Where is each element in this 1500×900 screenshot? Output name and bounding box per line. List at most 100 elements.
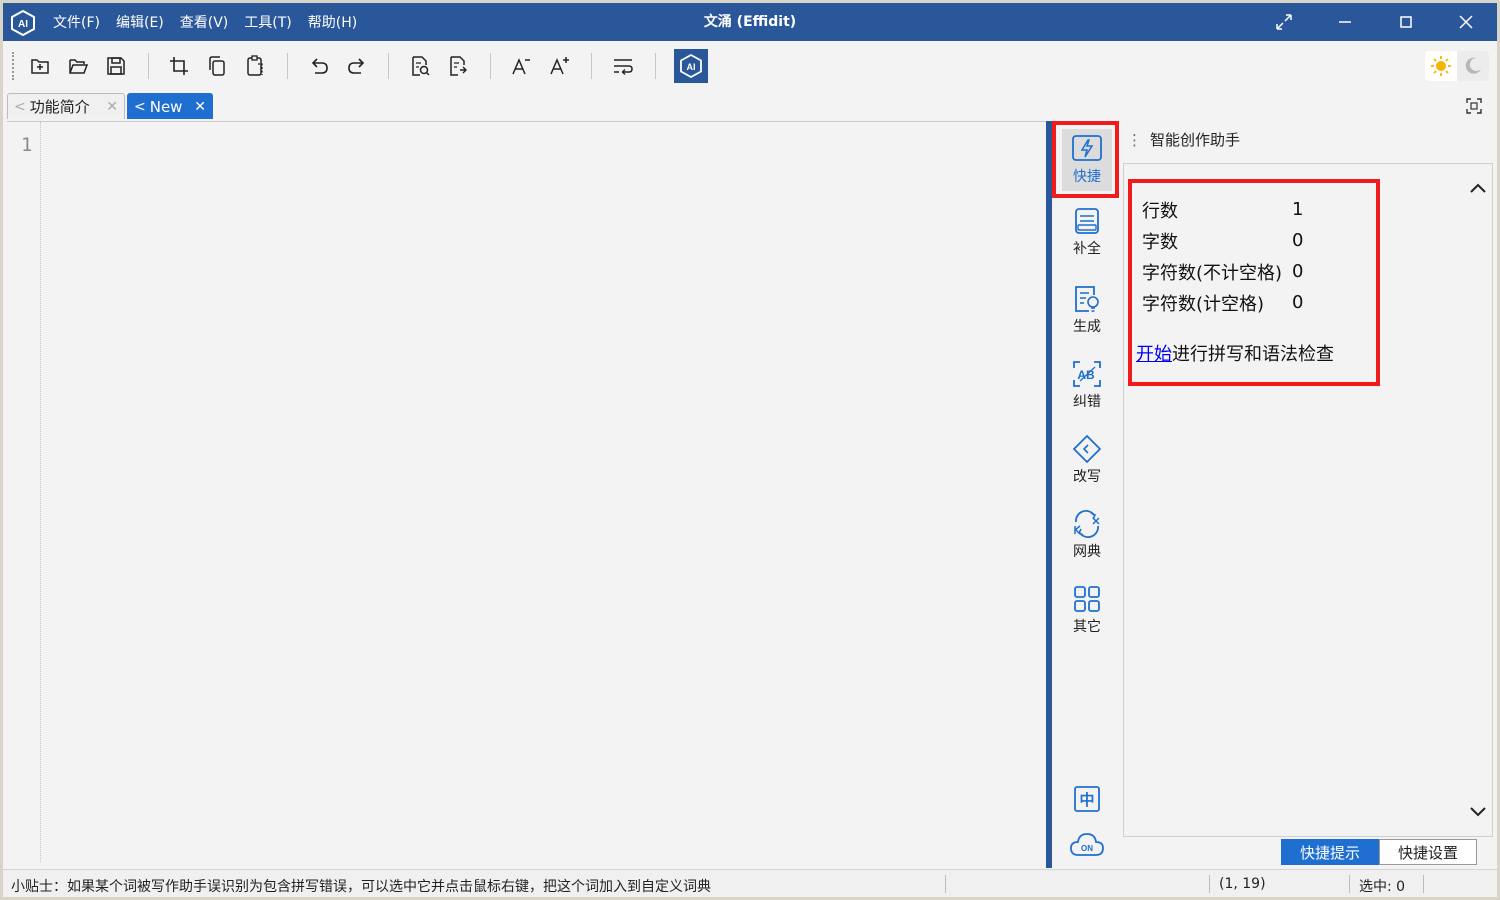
assistant-panel: 行数 1 字数 0 字符数(不计空格) 0 字符数(计空格) 0 开始进行拼写和… bbox=[1123, 163, 1493, 837]
redo-button[interactable] bbox=[344, 53, 370, 79]
chinese-ime-icon: 中 bbox=[1074, 786, 1100, 812]
decrease-font-icon bbox=[512, 58, 530, 75]
sidebar-label-quick: 快捷 bbox=[1073, 169, 1101, 185]
status-separator bbox=[1209, 875, 1210, 893]
toolbar: AI bbox=[3, 41, 1497, 91]
assistant-bottom-tabs: 快捷提示 快捷设置 bbox=[1281, 839, 1478, 865]
scroll-up-button[interactable] bbox=[1468, 178, 1488, 198]
status-separator bbox=[945, 875, 946, 893]
generate-icon bbox=[1075, 286, 1099, 312]
find-button[interactable] bbox=[407, 53, 433, 79]
open-folder-icon bbox=[69, 59, 89, 74]
status-separator bbox=[1349, 875, 1350, 893]
status-separator bbox=[1423, 875, 1424, 893]
sidebar-item-generate[interactable]: 生成 bbox=[1062, 279, 1112, 341]
status-tip: 小贴士：如果某个词被写作助手误识别为包含拼写错误，可以选中它并点击鼠标右键，把这… bbox=[11, 879, 711, 895]
menu-tools[interactable]: 工具(T) bbox=[244, 12, 291, 32]
scroll-down-button[interactable] bbox=[1468, 802, 1488, 822]
chinese-ime-text: 中 bbox=[1079, 791, 1094, 809]
maximize-button[interactable] bbox=[1384, 3, 1428, 41]
menu-edit[interactable]: 编辑(E) bbox=[116, 12, 164, 32]
chinese-ime-button[interactable]: 中 bbox=[1071, 783, 1103, 815]
chevron-down-icon bbox=[1470, 807, 1486, 817]
stats-list: 行数 1 字数 0 字符数(不计空格) 0 字符数(计空格) 0 bbox=[1142, 194, 1303, 318]
app-window: AI 文件(F) 编辑(E) 查看(V) 工具(T) 帮助(H) 文涌 (Eff… bbox=[0, 0, 1500, 900]
cloud-toggle[interactable]: ON bbox=[1069, 829, 1105, 861]
open-folder-button[interactable] bbox=[65, 53, 91, 79]
fullscreen-button[interactable] bbox=[1262, 3, 1306, 41]
grammar-check-line: 开始进行拼写和语法检查 bbox=[1136, 340, 1334, 366]
sidebar-item-complete[interactable]: 补全 bbox=[1062, 201, 1112, 263]
app-logo-text: AI bbox=[18, 19, 28, 30]
stat-label: 行数 bbox=[1142, 200, 1178, 222]
toolbar-separator bbox=[591, 53, 592, 79]
undo-button[interactable] bbox=[306, 53, 332, 79]
find-document-icon bbox=[412, 56, 430, 76]
text-editor[interactable]: 1 bbox=[7, 121, 1046, 868]
paste-button[interactable] bbox=[242, 53, 268, 79]
selection-count: 选中: 0 bbox=[1359, 879, 1406, 895]
menu-view[interactable]: 查看(V) bbox=[180, 12, 229, 32]
start-check-link[interactable]: 开始 bbox=[1136, 344, 1172, 365]
assistant-panel-title: ⋮ 智能创作助手 bbox=[1127, 129, 1240, 150]
correct-icon: AB bbox=[1073, 361, 1101, 387]
stat-row-words: 字数 0 bbox=[1142, 225, 1303, 256]
lightning-icon bbox=[1072, 135, 1102, 161]
sidebar-label-dictionary: 网典 bbox=[1073, 544, 1101, 560]
tab-quick-settings[interactable]: 快捷设置 bbox=[1379, 839, 1478, 865]
menu-help[interactable]: 帮助(H) bbox=[308, 12, 357, 32]
toolbar-grip[interactable] bbox=[12, 52, 14, 80]
sidebar-label-generate: 生成 bbox=[1073, 319, 1101, 335]
sidebar-item-other[interactable]: 其它 bbox=[1062, 579, 1112, 641]
toolbar-separator bbox=[490, 53, 491, 79]
sidebar-item-correct[interactable]: AB 纠错 bbox=[1062, 354, 1112, 416]
new-file-icon bbox=[31, 59, 49, 74]
assistant-title-text: 智能创作助手 bbox=[1150, 131, 1241, 149]
rewrite-icon bbox=[1073, 435, 1101, 463]
sidebar-label-rewrite: 改写 bbox=[1073, 469, 1101, 485]
save-icon bbox=[107, 57, 125, 75]
expand-panel-button[interactable] bbox=[1463, 95, 1485, 117]
menu-bar: 文件(F) 编辑(E) 查看(V) 工具(T) 帮助(H) bbox=[53, 3, 373, 41]
new-file-button[interactable] bbox=[27, 53, 53, 79]
replace-button[interactable] bbox=[445, 53, 471, 79]
copy-button[interactable] bbox=[204, 53, 230, 79]
close-icon[interactable]: ✕ bbox=[106, 99, 118, 115]
sun-icon bbox=[1431, 56, 1451, 76]
decrease-font-button[interactable] bbox=[508, 53, 534, 79]
stat-value: 0 bbox=[1292, 261, 1304, 282]
stat-row-chars-nospace: 字符数(不计空格) 0 bbox=[1142, 256, 1303, 287]
minimize-button[interactable] bbox=[1323, 3, 1367, 41]
stat-row-chars-space: 字符数(计空格) 0 bbox=[1142, 287, 1303, 318]
theme-toggle[interactable] bbox=[1425, 51, 1489, 81]
tab-quick-tips[interactable]: 快捷提示 bbox=[1281, 839, 1380, 865]
drag-handle-icon[interactable]: ⋮ bbox=[1127, 131, 1142, 149]
paste-icon bbox=[247, 55, 263, 76]
tab-new[interactable]: < New ✕ bbox=[127, 93, 213, 119]
complete-icon bbox=[1075, 208, 1099, 234]
light-theme-option[interactable] bbox=[1425, 51, 1457, 81]
crop-icon bbox=[170, 57, 188, 75]
dark-theme-option[interactable] bbox=[1457, 51, 1489, 81]
save-button[interactable] bbox=[103, 53, 129, 79]
close-button[interactable] bbox=[1444, 3, 1488, 41]
ai-assistant-button[interactable]: AI bbox=[674, 49, 708, 83]
increase-font-button[interactable] bbox=[546, 53, 572, 79]
menu-file[interactable]: 文件(F) bbox=[53, 12, 100, 32]
assistant-sidebar: 快捷 补全 生成 AB 纠错 改写 网典 其它 bbox=[1052, 121, 1122, 868]
sidebar-item-quick[interactable]: 快捷 bbox=[1062, 129, 1112, 191]
tab-new-label: New bbox=[149, 97, 183, 116]
increase-font-icon bbox=[550, 57, 569, 75]
sidebar-item-rewrite[interactable]: 改写 bbox=[1062, 429, 1112, 491]
tab-new-prefix: < bbox=[134, 98, 146, 115]
fullscreen-icon bbox=[1276, 14, 1292, 30]
tab-intro[interactable]: < 功能简介 ✕ bbox=[7, 93, 125, 119]
minimize-icon bbox=[1339, 21, 1351, 23]
word-wrap-button[interactable] bbox=[610, 53, 636, 79]
line-number: 1 bbox=[21, 134, 33, 156]
sidebar-item-dictionary[interactable]: 网典 bbox=[1062, 504, 1112, 566]
stat-value: 1 bbox=[1292, 199, 1304, 220]
ai-button-text: AI bbox=[687, 62, 696, 72]
close-icon[interactable]: ✕ bbox=[194, 99, 206, 115]
crop-button[interactable] bbox=[166, 53, 192, 79]
